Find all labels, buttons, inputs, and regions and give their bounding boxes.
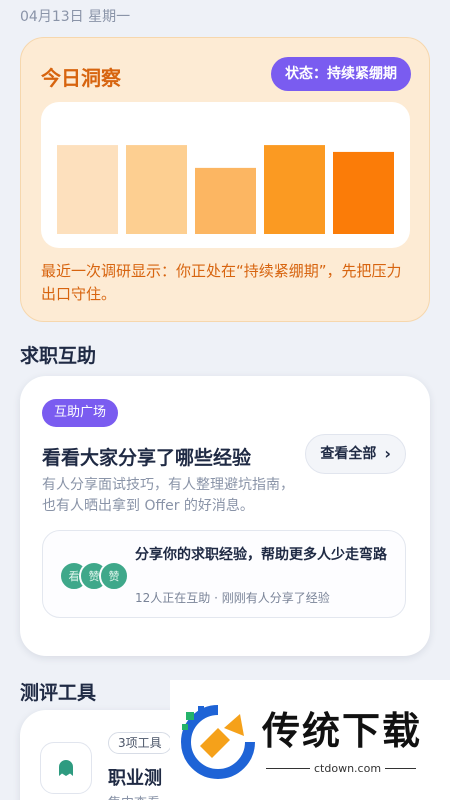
reaction-avatars: 看 赞 赞 [59, 561, 129, 591]
chart-bar-4 [264, 145, 325, 234]
share-title: 分享你的求职经验，帮助更多人少走弯路 [135, 547, 387, 563]
date-label: 04月13日 星期一 [20, 9, 131, 25]
chart-bar-1 [57, 145, 118, 234]
chart-bar-3 [195, 167, 256, 234]
watermark: 传统下载 ctdown.com [170, 680, 450, 800]
help-heading: 看看大家分享了哪些经验 [42, 447, 252, 469]
ghost-icon [59, 760, 73, 776]
section-title-help: 求职互助 [20, 345, 97, 367]
tool-title: 职业测 [108, 768, 162, 789]
insight-title: 今日洞察 [41, 66, 121, 90]
chart-bar-2 [126, 145, 187, 234]
help-card[interactable]: 互助广场 看看大家分享了哪些经验 有人分享面试技巧，有人整理避坑指南，也有人晒出… [20, 376, 430, 656]
help-description: 有人分享面试技巧，有人整理避坑指南，也有人晒出拿到 Offer 的好消息。 [42, 477, 294, 514]
reaction-avatar: 赞 [99, 561, 129, 591]
bar-chart [57, 145, 394, 234]
view-all-label: 查看全部 [320, 446, 377, 462]
insight-card[interactable]: 今日洞察 状态：持续紧绷期 最近一次调研显示：你正处在“持续紧绷期”，先把压力出… [20, 37, 430, 322]
insight-text: 最近一次调研显示：你正处在“持续紧绷期”，先把压力出口守住。 [41, 262, 402, 303]
section-title-tools: 测评工具 [20, 682, 97, 704]
watermark-url: ctdown.com [310, 762, 386, 775]
watermark-text: 传统下载 [262, 709, 423, 753]
tool-icon-box [40, 742, 92, 794]
chevron-right-icon: › [384, 444, 391, 463]
tag-badge: 互助广场 [42, 399, 119, 427]
tool-subtitle: 集中查看 [108, 792, 160, 800]
chart-bar-5 [333, 151, 394, 234]
share-experience-box[interactable]: 看 赞 赞 分享你的求职经验，帮助更多人少走弯路 12人正在互助 · 刚刚有人分… [42, 530, 406, 618]
watermark-logo-icon [181, 705, 255, 779]
share-meta: 12人正在互助 · 刚刚有人分享了经验 [135, 591, 330, 605]
view-all-button[interactable]: 查看全部 › [305, 434, 406, 474]
status-badge: 状态：持续紧绷期 [271, 57, 411, 91]
tool-count-badge: 3项工具 [108, 732, 172, 754]
insight-chart [41, 102, 410, 248]
